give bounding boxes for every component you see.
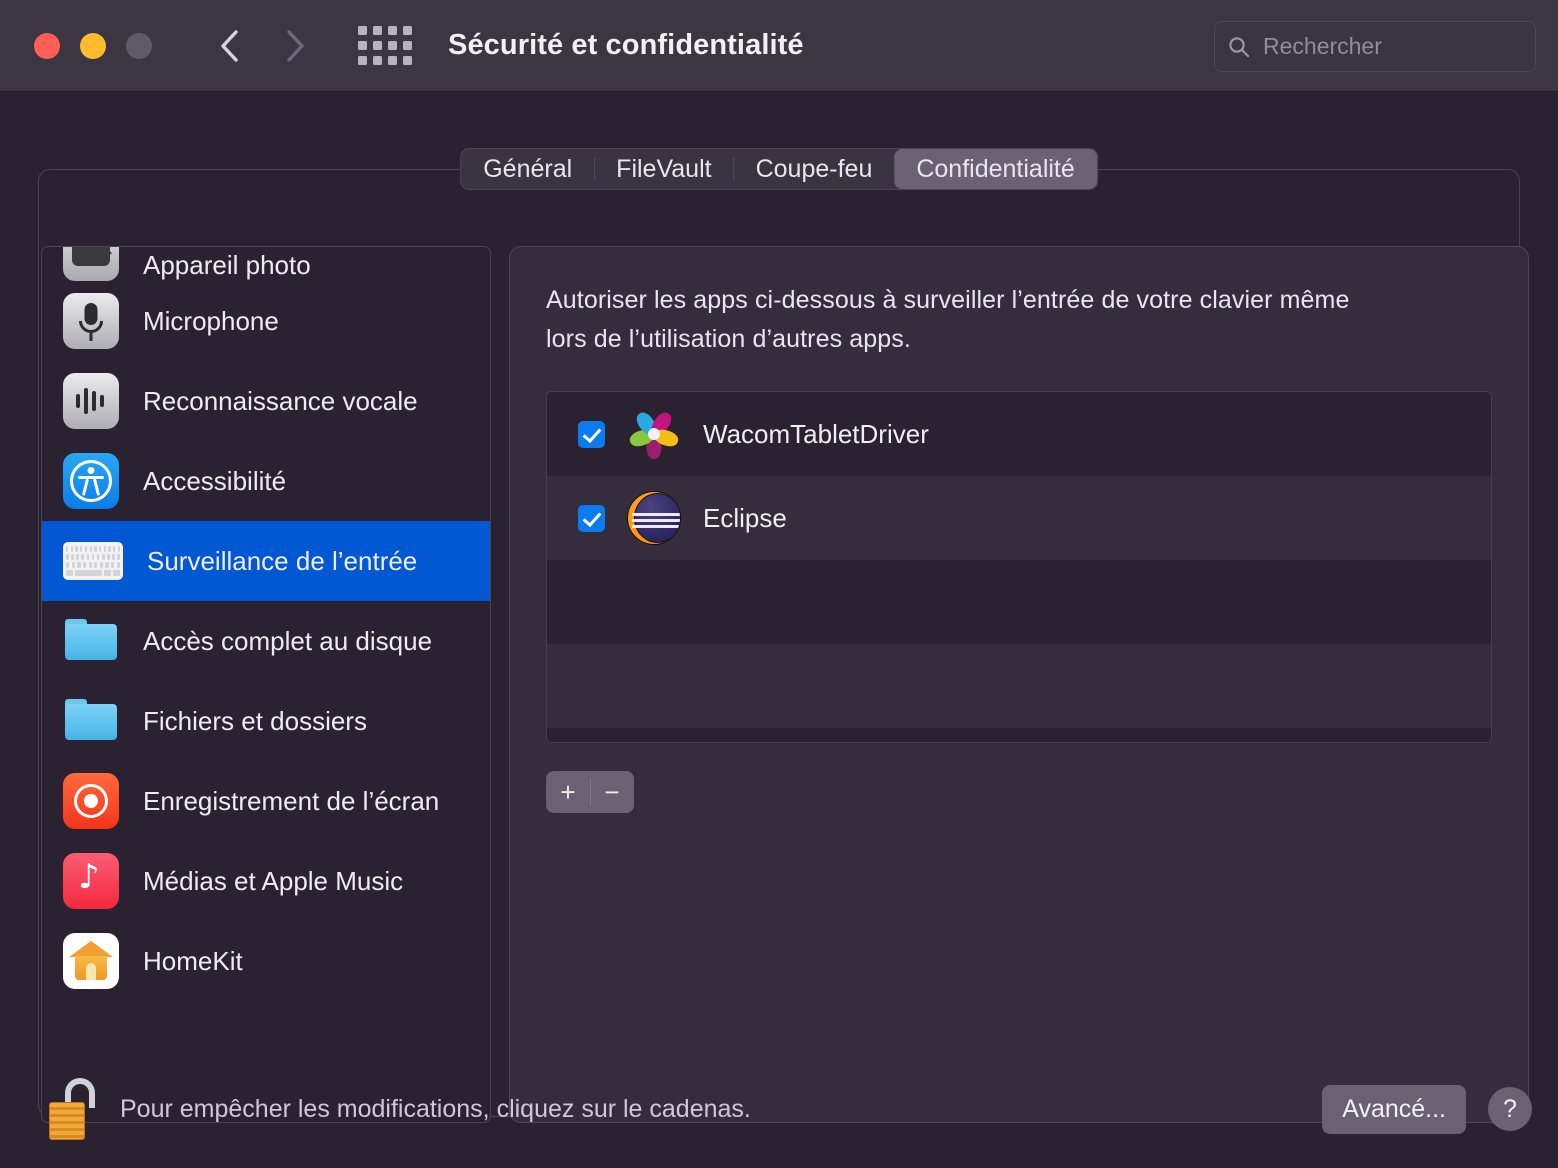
- sidebar-item-files-and-folders[interactable]: Fichiers et dossiers: [42, 681, 490, 761]
- tab-general[interactable]: Général: [461, 149, 594, 189]
- sidebar-item-speech-recognition[interactable]: Reconnaissance vocale: [42, 361, 490, 441]
- sidebar-item-label: Accès complet au disque: [143, 625, 433, 656]
- app-list-item[interactable]: Eclipse: [547, 476, 1491, 560]
- add-remove-segmented-control: + −: [546, 771, 634, 813]
- title-bar: Sécurité et confidentialité: [0, 0, 1558, 92]
- keyboard-icon: [63, 542, 123, 580]
- sidebar-item-full-disk-access[interactable]: Accès complet au disque: [42, 601, 490, 681]
- advanced-button[interactable]: Avancé...: [1322, 1084, 1466, 1134]
- sidebar-item-label: Fichiers et dossiers: [143, 705, 367, 736]
- folder-icon: [63, 613, 119, 669]
- music-icon: ♪: [63, 853, 119, 909]
- footer-actions: Avancé... ?: [1322, 1084, 1532, 1134]
- app-name: Eclipse: [703, 502, 787, 533]
- footer-bar: Pour empêcher les modifications, cliquez…: [0, 1050, 1558, 1168]
- search-field[interactable]: [1214, 21, 1558, 72]
- privacy-detail-pane: Autoriser les apps ci-dessous à surveill…: [509, 246, 1529, 1123]
- sidebar-item-input-monitoring[interactable]: Surveillance de l’entrée: [42, 521, 490, 601]
- search-input[interactable]: [1263, 33, 1558, 60]
- search-icon: [1229, 36, 1250, 57]
- tab-bar: Général FileVault Coupe-feu Confidential…: [460, 148, 1098, 190]
- help-button[interactable]: ?: [1488, 1087, 1532, 1131]
- sidebar-item-label: Médias et Apple Music: [143, 865, 404, 896]
- permission-description: Autoriser les apps ci-dessous à surveill…: [546, 286, 1350, 353]
- wacom-icon: [627, 407, 681, 461]
- remove-app-button[interactable]: −: [590, 771, 634, 813]
- privacy-content: Appareil photo Microphone Reconnaissance…: [41, 246, 1529, 1123]
- lock-hint-text: Pour empêcher les modifications, cliquez…: [120, 1094, 751, 1123]
- microphone-icon: [63, 293, 119, 349]
- show-all-icon[interactable]: [358, 26, 412, 65]
- speech-recognition-icon: [63, 373, 119, 429]
- app-list-empty-row: [547, 644, 1491, 728]
- navigation-arrows: [212, 26, 312, 66]
- forward-arrow-icon[interactable]: [278, 26, 312, 66]
- minimize-button[interactable]: [80, 32, 106, 59]
- camera-icon: [63, 247, 119, 281]
- traffic-lights: [34, 32, 152, 59]
- add-app-button[interactable]: +: [546, 771, 590, 813]
- sidebar-item-label: Reconnaissance vocale: [143, 385, 418, 416]
- sidebar-item-label: Accessibilité: [143, 465, 287, 496]
- privacy-category-sidebar: Appareil photo Microphone Reconnaissance…: [41, 246, 491, 1123]
- sidebar-scroll-area[interactable]: Appareil photo Microphone Reconnaissance…: [42, 247, 490, 1122]
- sidebar-item-label: Enregistrement de l’écran: [143, 785, 440, 816]
- system-preferences-window: Sécurité et confidentialité Général File…: [0, 0, 1558, 1168]
- accessibility-icon: [63, 453, 119, 509]
- sidebar-item-camera[interactable]: Appareil photo: [42, 247, 490, 281]
- eclipse-icon: [627, 491, 681, 545]
- app-name: WacomTabletDriver: [703, 418, 929, 449]
- folder-icon: [63, 693, 119, 749]
- allowed-apps-list[interactable]: WacomTabletDriver Eclipse: [546, 391, 1492, 743]
- screen-recording-icon: [63, 773, 119, 829]
- tab-privacy[interactable]: Confidentialité: [894, 149, 1097, 189]
- tab-firewall[interactable]: Coupe-feu: [733, 149, 895, 189]
- unlocked-padlock-icon[interactable]: [46, 1078, 98, 1140]
- app-list-item[interactable]: WacomTabletDriver: [547, 392, 1491, 476]
- sidebar-item-screen-recording[interactable]: Enregistrement de l’écran: [42, 761, 490, 841]
- page-title: Sécurité et confidentialité: [448, 29, 804, 61]
- sidebar-item-accessibility[interactable]: Accessibilité: [42, 441, 490, 521]
- window-body: Général FileVault Coupe-feu Confidential…: [0, 92, 1558, 1168]
- back-arrow-icon[interactable]: [212, 26, 246, 66]
- sidebar-item-media-apple-music[interactable]: ♪ Médias et Apple Music: [42, 841, 490, 921]
- sidebar-item-microphone[interactable]: Microphone: [42, 281, 490, 361]
- homekit-icon: [63, 933, 119, 989]
- app-list-empty-row: [547, 560, 1491, 644]
- app-checkbox[interactable]: [578, 504, 605, 532]
- app-checkbox[interactable]: [578, 420, 605, 448]
- sidebar-item-label: Surveillance de l’entrée: [147, 545, 418, 576]
- sidebar-item-homekit[interactable]: HomeKit: [42, 921, 490, 1001]
- sidebar-item-label: HomeKit: [143, 945, 243, 976]
- sidebar-item-label: Appareil photo: [143, 250, 311, 280]
- sidebar-item-label: Microphone: [143, 305, 279, 336]
- tab-filevault[interactable]: FileVault: [594, 149, 733, 189]
- close-button[interactable]: [34, 32, 60, 59]
- zoom-button: [126, 32, 152, 59]
